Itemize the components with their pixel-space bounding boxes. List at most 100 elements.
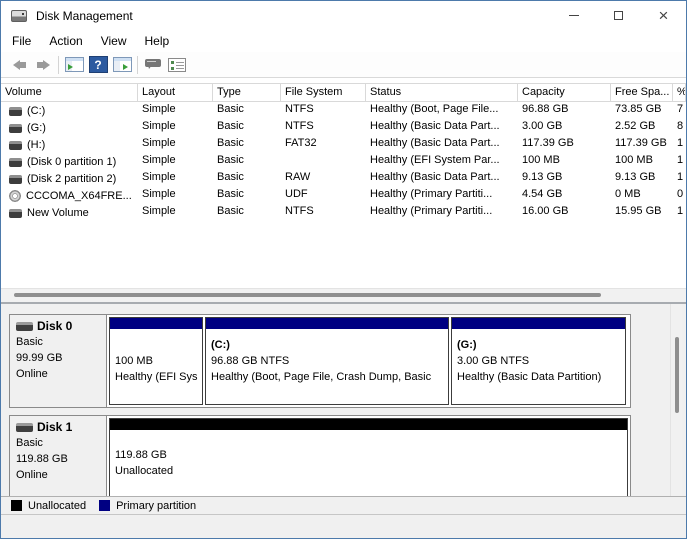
status-value: Healthy (Basic Data Part... bbox=[366, 170, 518, 187]
col-file-system[interactable]: File System bbox=[281, 83, 366, 102]
menu-help[interactable]: Help bbox=[136, 32, 179, 50]
menu-action[interactable]: Action bbox=[40, 32, 91, 50]
volume-name: (Disk 2 partition 2) bbox=[27, 173, 116, 185]
col-status[interactable]: Status bbox=[366, 83, 518, 102]
type-value: Basic bbox=[213, 204, 281, 221]
percent-free-value: 1 bbox=[673, 153, 686, 170]
unallocated-region[interactable]: 119.88 GB Unallocated bbox=[109, 418, 628, 496]
volume-name: CCCOMA_X64FRE... bbox=[26, 190, 132, 202]
col-percent-free[interactable]: % bbox=[673, 83, 686, 102]
maximize-button[interactable] bbox=[596, 1, 641, 30]
action-pane-icon bbox=[113, 57, 132, 72]
disk-kind: Basic bbox=[16, 336, 102, 349]
col-free-space[interactable]: Free Spa... bbox=[611, 83, 673, 102]
partition-g[interactable]: (G:) 3.00 GB NTFS Healthy (Basic Data Pa… bbox=[451, 317, 626, 405]
disk-management-window: Disk Management × File Action View Help … bbox=[0, 0, 687, 539]
disk-0-label[interactable]: Disk 0 Basic 99.99 GB Online bbox=[10, 315, 107, 407]
capacity-value: 9.13 GB bbox=[518, 170, 611, 187]
col-layout[interactable]: Layout bbox=[138, 83, 213, 102]
disk-status: Online bbox=[16, 368, 102, 381]
status-value: Healthy (Basic Data Part... bbox=[366, 136, 518, 153]
vertical-scrollbar[interactable] bbox=[670, 304, 682, 496]
partition-title bbox=[115, 338, 198, 353]
hdd-icon bbox=[9, 175, 22, 184]
disk-1-partitions: 119.88 GB Unallocated bbox=[107, 416, 630, 496]
free-space-value: 2.52 GB bbox=[611, 119, 673, 136]
primary-partition-swatch-icon bbox=[99, 500, 110, 511]
volume-table-header: Volume Layout Type File System Status Ca… bbox=[1, 83, 686, 102]
filesystem-value: UDF bbox=[281, 187, 366, 204]
hdd-icon bbox=[16, 322, 33, 331]
percent-free-value: 1 bbox=[673, 204, 686, 221]
table-row[interactable]: (G:) Simple Basic NTFS Healthy (Basic Da… bbox=[1, 119, 686, 136]
partition-c[interactable]: (C:) 96.88 GB NTFS Healthy (Boot, Page F… bbox=[205, 317, 449, 405]
back-arrow-icon bbox=[13, 60, 26, 70]
toolbar: ? bbox=[1, 52, 686, 78]
free-space-value: 117.39 GB bbox=[611, 136, 673, 153]
disk-1-row: Disk 1 Basic 119.88 GB Online 119.88 GB … bbox=[9, 415, 631, 496]
capacity-value: 16.00 GB bbox=[518, 204, 611, 221]
table-row[interactable]: (H:) Simple Basic FAT32 Healthy (Basic D… bbox=[1, 136, 686, 153]
type-value: Basic bbox=[213, 102, 281, 119]
type-value: Basic bbox=[213, 119, 281, 136]
table-row[interactable]: (Disk 2 partition 2) Simple Basic RAW He… bbox=[1, 170, 686, 187]
back-button[interactable] bbox=[7, 54, 31, 76]
col-capacity[interactable]: Capacity bbox=[518, 83, 611, 102]
disk-0-row: Disk 0 Basic 99.99 GB Online 100 MB Heal… bbox=[9, 314, 631, 408]
type-value: Basic bbox=[213, 153, 281, 170]
menu-view[interactable]: View bbox=[92, 32, 136, 50]
table-row[interactable]: CCCOMA_X64FRE... Simple Basic UDF Health… bbox=[1, 187, 686, 204]
col-type[interactable]: Type bbox=[213, 83, 281, 102]
legend-bar: Unallocated Primary partition bbox=[1, 496, 686, 514]
col-volume[interactable]: Volume bbox=[1, 83, 138, 102]
status-value: Healthy (Primary Partiti... bbox=[366, 204, 518, 221]
disk-1-label[interactable]: Disk 1 Basic 119.88 GB Online bbox=[10, 416, 107, 496]
volume-list: Volume Layout Type File System Status Ca… bbox=[1, 78, 686, 288]
close-button[interactable]: × bbox=[641, 1, 686, 30]
free-space-value: 15.95 GB bbox=[611, 204, 673, 221]
table-row[interactable]: New Volume Simple Basic NTFS Healthy (Pr… bbox=[1, 204, 686, 221]
console-tree-icon bbox=[65, 57, 84, 72]
type-value: Basic bbox=[213, 170, 281, 187]
disk-size: 119.88 GB bbox=[16, 453, 102, 466]
popup-window-icon bbox=[145, 59, 161, 67]
forward-button[interactable] bbox=[31, 54, 55, 76]
type-value: Basic bbox=[213, 187, 281, 204]
percent-free-value: 7 bbox=[673, 102, 686, 119]
layout-value: Simple bbox=[138, 136, 213, 153]
hdd-icon bbox=[9, 158, 22, 167]
filesystem-value: RAW bbox=[281, 170, 366, 187]
checklist-button[interactable] bbox=[165, 54, 189, 76]
partition-size: 96.88 GB NTFS bbox=[211, 353, 444, 369]
action-pane-button[interactable] bbox=[110, 54, 134, 76]
legend-item-unallocated: Unallocated bbox=[11, 500, 86, 512]
free-space-value: 9.13 GB bbox=[611, 170, 673, 187]
menu-file[interactable]: File bbox=[3, 32, 40, 50]
legend-label: Primary partition bbox=[116, 500, 196, 512]
table-row[interactable]: (Disk 0 partition 1) Simple Basic Health… bbox=[1, 153, 686, 170]
unallocated-swatch-icon bbox=[11, 500, 22, 511]
filesystem-value: NTFS bbox=[281, 204, 366, 221]
capacity-value: 100 MB bbox=[518, 153, 611, 170]
filesystem-value bbox=[281, 153, 366, 170]
close-icon: × bbox=[659, 7, 669, 24]
maximize-icon bbox=[614, 11, 623, 20]
layout-value: Simple bbox=[138, 204, 213, 221]
partition-status: Unallocated bbox=[115, 463, 623, 479]
disk-drive-icon bbox=[11, 10, 27, 22]
layout-value: Simple bbox=[138, 187, 213, 204]
partition-efi[interactable]: 100 MB Healthy (EFI Sys bbox=[109, 317, 203, 405]
partition-title: (G:) bbox=[457, 338, 621, 353]
minimize-button[interactable] bbox=[551, 1, 596, 30]
console-tree-button[interactable] bbox=[62, 54, 86, 76]
popup-window-button[interactable] bbox=[141, 54, 165, 76]
table-row[interactable]: (C:) Simple Basic NTFS Healthy (Boot, Pa… bbox=[1, 102, 686, 119]
vertical-scrollbar-thumb[interactable] bbox=[675, 337, 679, 413]
volume-name: (Disk 0 partition 1) bbox=[27, 156, 116, 168]
percent-free-value: 1 bbox=[673, 170, 686, 187]
toolbar-separator bbox=[137, 56, 138, 74]
layout-value: Simple bbox=[138, 170, 213, 187]
horizontal-scrollbar[interactable] bbox=[1, 288, 686, 302]
horizontal-scrollbar-thumb[interactable] bbox=[14, 293, 601, 297]
help-button[interactable]: ? bbox=[86, 54, 110, 76]
